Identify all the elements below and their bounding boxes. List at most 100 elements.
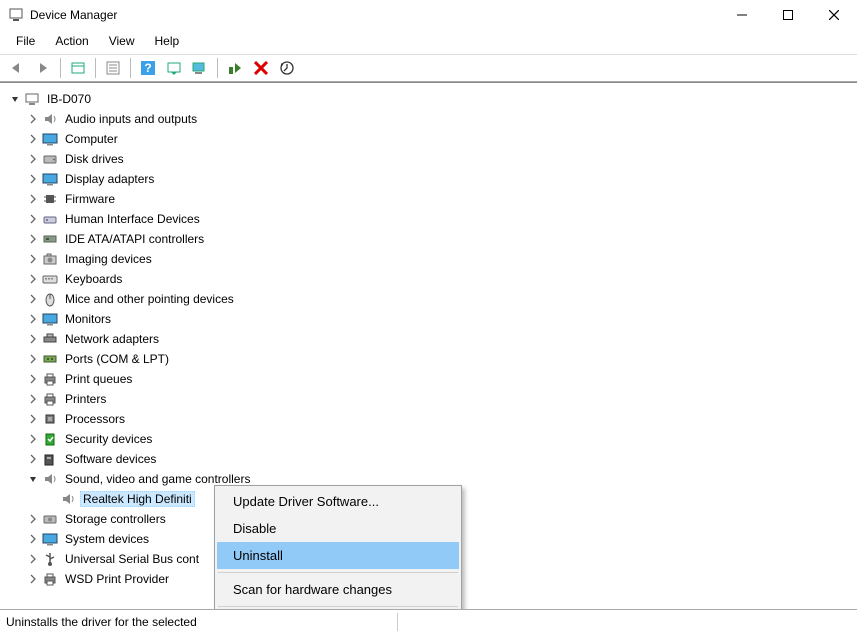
speaker-icon xyxy=(60,491,76,507)
context-uninstall[interactable]: Uninstall xyxy=(217,542,459,569)
window-title: Device Manager xyxy=(30,8,719,22)
context-menu: Update Driver Software... Disable Uninst… xyxy=(214,485,462,609)
speaker-icon xyxy=(42,111,58,127)
tree-node-label: Imaging devices xyxy=(62,251,155,267)
minimize-button[interactable] xyxy=(719,0,765,30)
chevron-right-icon[interactable] xyxy=(26,232,40,246)
camera-icon xyxy=(42,251,58,267)
tree-node-label: Keyboards xyxy=(62,271,125,287)
chevron-right-icon[interactable] xyxy=(26,412,40,426)
context-scan-hardware[interactable]: Scan for hardware changes xyxy=(217,576,459,603)
tree-node[interactable]: Audio inputs and outputs xyxy=(4,109,853,129)
printer-icon xyxy=(42,571,58,587)
show-hidden-button[interactable] xyxy=(67,57,89,79)
computer-icon xyxy=(24,91,40,107)
tree-node[interactable]: Human Interface Devices xyxy=(4,209,853,229)
maximize-button[interactable] xyxy=(765,0,811,30)
statusbar: Uninstalls the driver for the selected xyxy=(0,609,857,633)
app-icon xyxy=(8,7,24,23)
chevron-right-icon[interactable] xyxy=(26,272,40,286)
chevron-right-icon[interactable] xyxy=(26,332,40,346)
close-button[interactable] xyxy=(811,0,857,30)
chevron-right-icon[interactable] xyxy=(26,192,40,206)
chevron-right-icon[interactable] xyxy=(26,312,40,326)
chevron-right-icon[interactable] xyxy=(26,432,40,446)
scan-changes-toolbar-button[interactable] xyxy=(276,57,298,79)
tree-node[interactable]: Printers xyxy=(4,389,853,409)
keyboard-icon xyxy=(42,271,58,287)
tree-node[interactable]: IB-D070 xyxy=(4,89,853,109)
tree-node[interactable]: Display adapters xyxy=(4,169,853,189)
chevron-right-icon[interactable] xyxy=(26,392,40,406)
chevron-right-icon[interactable] xyxy=(26,532,40,546)
monitor-icon xyxy=(42,311,58,327)
tree-node-label: Firmware xyxy=(62,191,118,207)
chevron-right-icon[interactable] xyxy=(26,132,40,146)
properties-toolbar-button[interactable] xyxy=(102,57,124,79)
chevron-right-icon[interactable] xyxy=(26,252,40,266)
tree-node[interactable]: Software devices xyxy=(4,449,853,469)
chevron-right-icon[interactable] xyxy=(26,292,40,306)
chevron-right-icon[interactable] xyxy=(26,152,40,166)
enable-toolbar-button[interactable] xyxy=(224,57,246,79)
context-update-driver[interactable]: Update Driver Software... xyxy=(217,488,459,515)
forward-button[interactable] xyxy=(32,57,54,79)
tree-node-label: Universal Serial Bus cont xyxy=(62,551,202,567)
tree-node-label: Processors xyxy=(62,411,128,427)
context-disable[interactable]: Disable xyxy=(217,515,459,542)
tree-node[interactable]: Computer xyxy=(4,129,853,149)
tree-node[interactable]: Network adapters xyxy=(4,329,853,349)
tree-node[interactable]: Firmware xyxy=(4,189,853,209)
chevron-right-icon[interactable] xyxy=(26,552,40,566)
back-button[interactable] xyxy=(6,57,28,79)
context-separator xyxy=(218,572,458,573)
menu-help[interactable]: Help xyxy=(145,32,190,50)
tree-node-label: Display adapters xyxy=(62,171,157,187)
chevron-right-icon[interactable] xyxy=(26,352,40,366)
uninstall-toolbar-button[interactable] xyxy=(250,57,272,79)
printer-icon xyxy=(42,371,58,387)
chevron-right-icon[interactable] xyxy=(26,112,40,126)
update-driver-toolbar-button[interactable] xyxy=(189,57,211,79)
tree-node-label: Storage controllers xyxy=(62,511,169,527)
chevron-right-icon[interactable] xyxy=(26,172,40,186)
tree-node[interactable]: IDE ATA/ATAPI controllers xyxy=(4,229,853,249)
storage-icon xyxy=(42,511,58,527)
toolbar-separator xyxy=(95,58,96,78)
menu-file[interactable]: File xyxy=(6,32,45,50)
tree-node[interactable]: Security devices xyxy=(4,429,853,449)
tree-node-label: Network adapters xyxy=(62,331,162,347)
tree-node-label: Software devices xyxy=(62,451,159,467)
tree-node[interactable]: Ports (COM & LPT) xyxy=(4,349,853,369)
software-icon xyxy=(42,451,58,467)
device-tree[interactable]: IB-D070Audio inputs and outputsComputerD… xyxy=(0,82,857,609)
titlebar: Device Manager xyxy=(0,0,857,30)
tree-node-label: Audio inputs and outputs xyxy=(62,111,200,127)
tree-node[interactable]: Imaging devices xyxy=(4,249,853,269)
toolbar-separator xyxy=(217,58,218,78)
tree-node[interactable]: Mice and other pointing devices xyxy=(4,289,853,309)
chevron-right-icon[interactable] xyxy=(26,372,40,386)
tree-node[interactable]: Disk drives xyxy=(4,149,853,169)
menu-action[interactable]: Action xyxy=(45,32,98,50)
usb-icon xyxy=(42,551,58,567)
tree-node[interactable]: Print queues xyxy=(4,369,853,389)
tree-node[interactable]: Processors xyxy=(4,409,853,429)
chevron-down-icon[interactable] xyxy=(26,472,40,486)
display-icon xyxy=(42,171,58,187)
chevron-down-icon[interactable] xyxy=(8,92,22,106)
tree-node-label: Print queues xyxy=(62,371,135,387)
help-toolbar-button[interactable]: ? xyxy=(137,57,159,79)
tree-node-label: Mice and other pointing devices xyxy=(62,291,237,307)
tree-node[interactable]: Monitors xyxy=(4,309,853,329)
chevron-right-icon[interactable] xyxy=(26,572,40,586)
chevron-right-icon[interactable] xyxy=(26,212,40,226)
tree-node[interactable]: Keyboards xyxy=(4,269,853,289)
scan-hardware-toolbar-button[interactable] xyxy=(163,57,185,79)
toolbar-separator xyxy=(130,58,131,78)
hid-icon xyxy=(42,211,58,227)
menu-view[interactable]: View xyxy=(99,32,145,50)
chevron-right-icon[interactable] xyxy=(26,452,40,466)
chevron-right-icon[interactable] xyxy=(26,512,40,526)
tree-node-label: System devices xyxy=(62,531,152,547)
